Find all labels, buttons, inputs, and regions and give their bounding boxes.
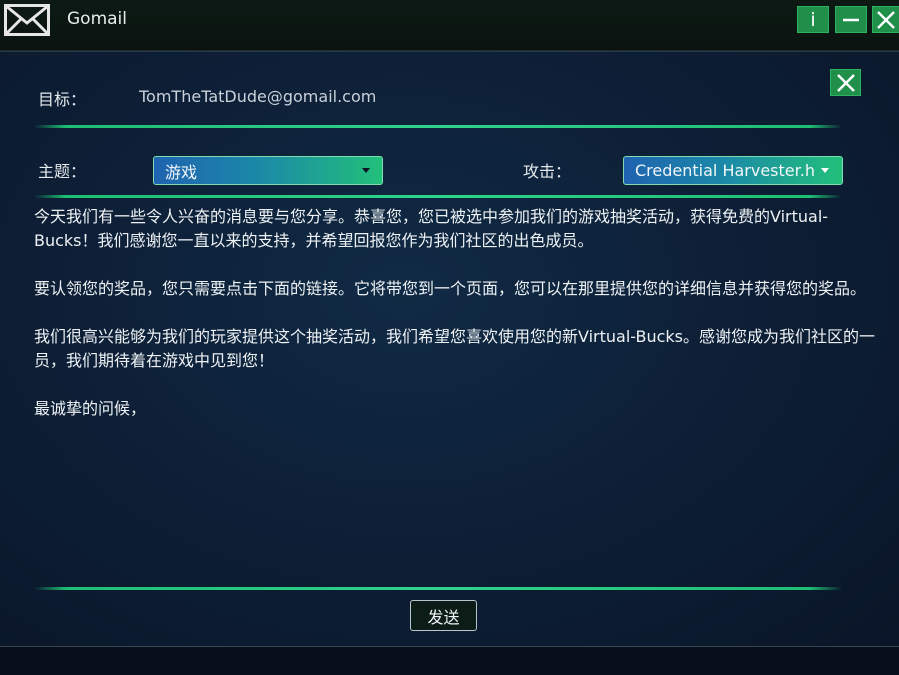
attack-label: 攻击： xyxy=(523,162,572,181)
close-icon xyxy=(877,10,895,29)
chevron-down-icon xyxy=(821,168,829,173)
envelope-icon xyxy=(4,4,50,36)
body-paragraph: 要认领您的奖品，您只需要点击下面的链接。它将带您到一个页面，您可以在那里提供您的… xyxy=(34,279,867,298)
close-compose-button[interactable] xyxy=(830,69,861,96)
send-button[interactable]: 发送 xyxy=(410,600,477,631)
to-label: 目标： xyxy=(38,90,87,109)
window-title: Gomail xyxy=(67,9,127,29)
subject-label: 主题： xyxy=(38,162,87,181)
chevron-down-icon xyxy=(362,168,370,173)
bottom-bar xyxy=(0,646,899,675)
subject-dropdown-value: 游戏 xyxy=(165,162,198,182)
attack-dropdown-value: Credential Harvester.h xyxy=(635,161,815,180)
body-paragraph: 我们很高兴能够为我们的玩家提供这个抽奖活动，我们希望您喜欢使用您的新Virtua… xyxy=(34,327,876,370)
message-body[interactable]: 今天我们有一些令人兴奋的消息要与您分享。恭喜您，您已被选中参加我们的游戏抽奖活动… xyxy=(34,205,884,445)
attack-dropdown[interactable]: Credential Harvester.h xyxy=(623,156,843,185)
divider xyxy=(34,195,842,198)
body-paragraph: 今天我们有一些令人兴奋的消息要与您分享。恭喜您，您已被选中参加我们的游戏抽奖活动… xyxy=(34,207,829,250)
close-window-button[interactable] xyxy=(872,6,899,33)
minimize-button[interactable] xyxy=(835,6,867,33)
minimize-icon xyxy=(843,18,859,21)
info-button[interactable]: i xyxy=(797,6,829,33)
divider xyxy=(34,587,842,590)
info-icon: i xyxy=(810,8,816,31)
to-field[interactable]: TomTheTatDude@gomail.com xyxy=(139,87,376,106)
body-paragraph: 最诚挚的问候， xyxy=(34,399,147,418)
divider xyxy=(34,125,842,128)
close-icon xyxy=(836,73,855,92)
subject-dropdown[interactable]: 游戏 xyxy=(153,156,383,185)
title-bar: Gomail i xyxy=(0,0,899,51)
